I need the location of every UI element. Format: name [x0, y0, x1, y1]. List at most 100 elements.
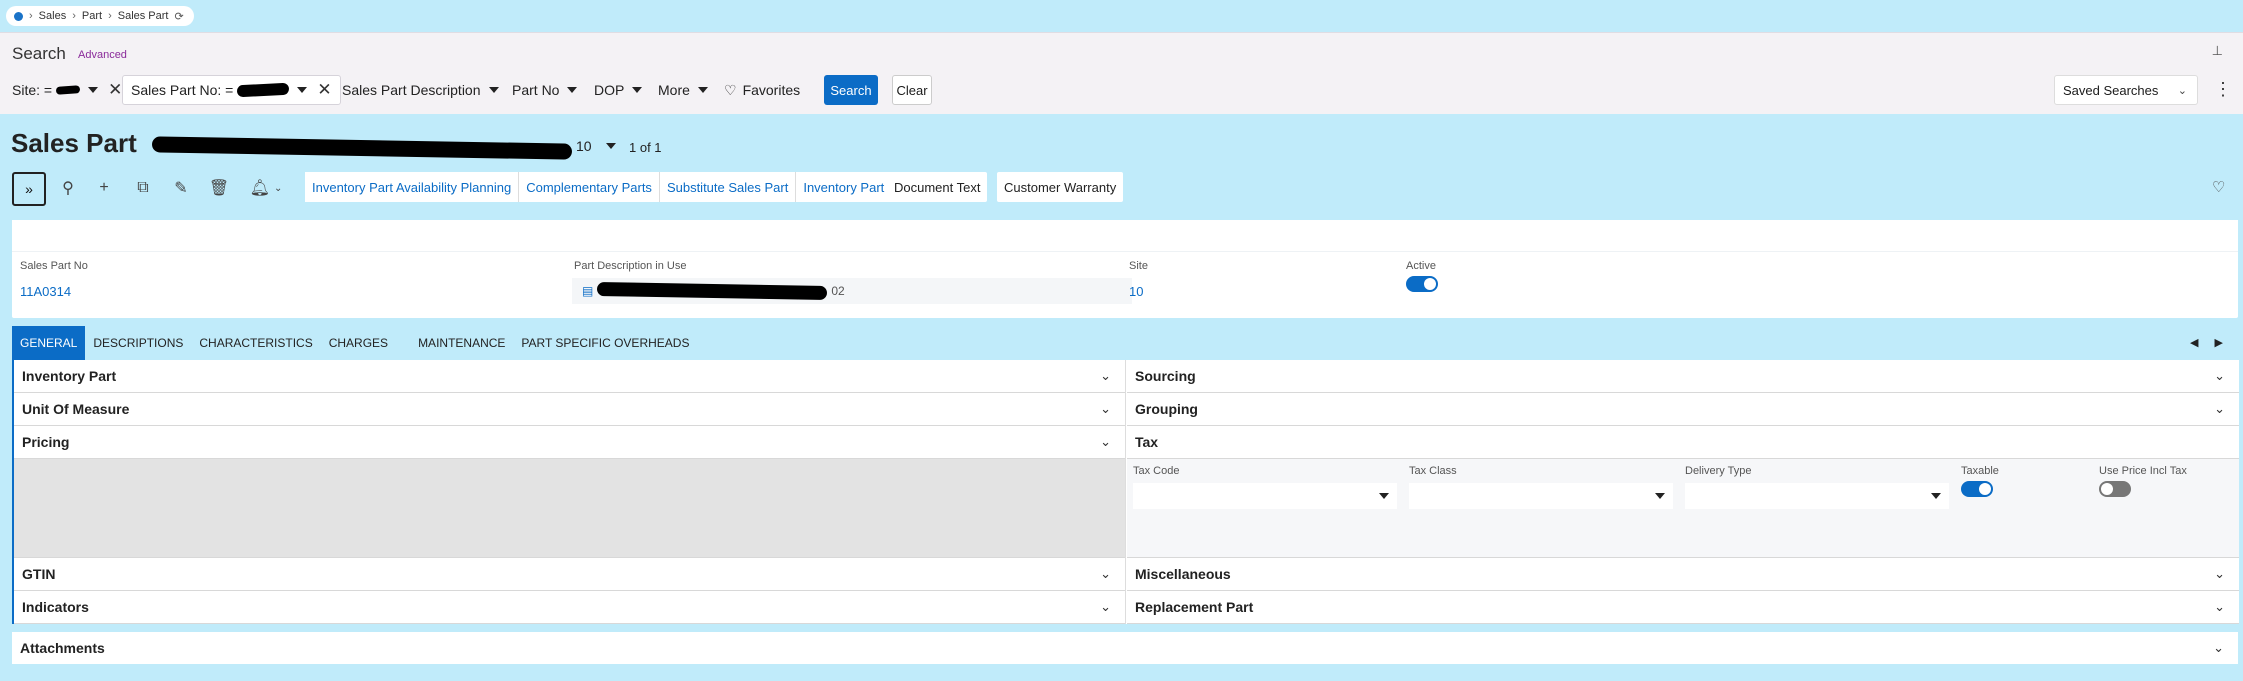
toggle-knob: [2101, 483, 2113, 495]
duplicate-icon[interactable]: ⧉: [127, 172, 159, 204]
document-text-button[interactable]: Document Text: [887, 172, 988, 202]
customer-warranty-button[interactable]: Customer Warranty: [997, 172, 1124, 202]
section-tax[interactable]: Tax: [1127, 426, 2239, 459]
section-grouping[interactable]: Grouping ⌄: [1127, 393, 2239, 426]
use-price-incl-tax-toggle[interactable]: [2099, 481, 2131, 497]
delivery-type-label: Delivery Type: [1685, 465, 1752, 477]
section-inventory-part[interactable]: Inventory Part ⌄: [14, 360, 1125, 393]
tab-maintenance[interactable]: MAINTENANCE: [410, 326, 514, 360]
attachments-section[interactable]: Attachments ⌄: [12, 632, 2238, 664]
section-title: Pricing: [22, 434, 70, 450]
site-filter[interactable]: Site: = ✕: [12, 75, 122, 105]
chevron-down-icon: ⌄: [2214, 368, 2225, 383]
chevron-down-icon: ⌄: [1100, 401, 1111, 416]
sales-part-no-filter[interactable]: Sales Part No: = ✕: [122, 75, 341, 105]
substitute-sales-part-button[interactable]: Substitute Sales Part: [659, 172, 797, 202]
bell-icon[interactable]: 🔔︎ ⌄: [244, 172, 288, 204]
tab-scroll-arrows: ◀▶: [2190, 336, 2239, 349]
tax-class-select[interactable]: [1409, 483, 1673, 509]
delivery-type-select[interactable]: [1685, 483, 1949, 509]
record-count: 1 of 1: [629, 140, 662, 155]
chevron-down-icon: ⌄: [1100, 566, 1111, 581]
redaction: [151, 136, 573, 160]
tab-descriptions[interactable]: DESCRIPTIONS: [85, 326, 192, 360]
part-no-filter[interactable]: Part No: [512, 75, 578, 105]
sales-part-no-field: Sales Part No 11A0314: [20, 260, 88, 299]
breadcrumb-bar: › Sales › Part › Sales Part ⟳: [0, 0, 2243, 32]
tab-part-specific-overheads[interactable]: PART SPECIFIC OVERHEADS: [513, 326, 698, 360]
header-band: [12, 220, 2238, 252]
tax-content: Tax Code Tax Class Delivery Type Taxable…: [1127, 459, 2239, 558]
search-button[interactable]: Search: [824, 75, 878, 105]
favorites-button[interactable]: ♡ Favorites: [724, 75, 800, 105]
close-icon[interactable]: ✕: [317, 80, 331, 100]
sales-part-description-label: Sales Part Description: [342, 82, 481, 98]
section-indicators[interactable]: Indicators ⌄: [14, 591, 1125, 624]
tab-characteristics[interactable]: CHARACTERISTICS: [191, 326, 321, 360]
tax-code-select[interactable]: [1133, 483, 1397, 509]
tab-general[interactable]: GENERAL: [12, 326, 86, 360]
section-miscellaneous[interactable]: Miscellaneous ⌄: [1127, 558, 2239, 591]
complementary-parts-button[interactable]: Complementary Parts: [519, 172, 660, 202]
sales-part-description-filter[interactable]: Sales Part Description: [342, 75, 499, 105]
caret-down-icon: [1379, 493, 1389, 499]
clear-button[interactable]: Clear: [892, 75, 932, 105]
section-unit-of-measure[interactable]: Unit Of Measure ⌄: [14, 393, 1125, 426]
search-panel: Search Advanced ⊥ Site: = ✕ Sales Part N…: [0, 32, 2243, 114]
breadcrumb-item-part[interactable]: Part: [82, 10, 102, 22]
filter-row: Site: = ✕ Sales Part No: = ✕ Sales Part …: [0, 73, 2243, 107]
sales-part-no-value[interactable]: 11A0314: [20, 284, 88, 299]
section-title: Grouping: [1135, 401, 1198, 417]
delivery-type-field: Delivery Type: [1685, 465, 1949, 509]
taxable-field: Taxable: [1961, 465, 1999, 500]
part-description-value: ▤ 02: [572, 278, 1132, 304]
site-value[interactable]: 10: [1129, 284, 1148, 299]
redaction: [597, 281, 828, 301]
toggle-knob: [1979, 483, 1991, 495]
caret-down-icon: [697, 87, 708, 93]
caret-down-icon: [632, 87, 643, 93]
delete-icon[interactable]: 🗑: [203, 172, 235, 204]
tab-charges[interactable]: CHARGES: [320, 326, 411, 360]
dop-filter[interactable]: DOP: [594, 75, 643, 105]
saved-searches-select[interactable]: Saved Searches ⌄: [2054, 75, 2198, 105]
caret-down-icon: [567, 87, 578, 93]
breadcrumb-item-sales[interactable]: Sales: [39, 10, 67, 22]
site-field: Site 10: [1129, 260, 1148, 299]
inventory-part-availability-planning-button[interactable]: Inventory Part Availability Planning: [305, 172, 520, 202]
home-icon[interactable]: [14, 11, 23, 21]
scroll-left-icon[interactable]: ◀: [2190, 337, 2214, 349]
tax-class-label: Tax Class: [1409, 465, 1457, 477]
section-sourcing[interactable]: Sourcing ⌄: [1127, 360, 2239, 393]
left-column: Inventory Part ⌄ Unit Of Measure ⌄ Pricing…: [14, 360, 1126, 624]
expand-icon[interactable]: »: [12, 172, 46, 206]
active-toggle[interactable]: [1406, 276, 1438, 292]
breadcrumb-item-sales-part[interactable]: Sales Part: [118, 10, 169, 22]
close-icon[interactable]: ✕: [108, 80, 122, 100]
section-pricing[interactable]: Pricing ⌄: [14, 426, 1125, 459]
breadcrumb: › Sales › Part › Sales Part ⟳: [6, 6, 194, 26]
edit-icon[interactable]: ✎: [165, 172, 197, 204]
more-filter[interactable]: More: [658, 75, 708, 105]
search-title: Search: [12, 44, 66, 63]
section-gtin[interactable]: GTIN ⌄: [14, 558, 1125, 591]
section-replacement-part[interactable]: Replacement Part ⌄: [1127, 591, 2239, 624]
part-description-tail: 02: [831, 284, 845, 298]
document-icon[interactable]: ▤: [582, 284, 593, 298]
refresh-icon[interactable]: ⟳: [174, 10, 183, 23]
heart-icon[interactable]: ♡: [2212, 178, 2225, 196]
caret-down-icon[interactable]: [606, 143, 616, 149]
scroll-right-icon[interactable]: ▶: [2214, 337, 2238, 349]
section-title: GTIN: [22, 566, 56, 582]
site-label: Site: [1129, 260, 1148, 272]
active-field: Active: [1406, 260, 1438, 295]
add-icon[interactable]: +: [88, 172, 120, 204]
more-options-icon[interactable]: ⋮: [2214, 79, 2232, 100]
use-price-incl-tax-label: Use Price Incl Tax: [2099, 465, 2187, 477]
taxable-toggle[interactable]: [1961, 481, 1993, 497]
pin-icon[interactable]: ⊥: [2212, 43, 2223, 59]
inventory-part-button[interactable]: Inventory Part: [796, 172, 892, 202]
caret-down-icon: [1655, 493, 1665, 499]
paperclip-icon[interactable]: ⚲: [52, 172, 84, 204]
advanced-link[interactable]: Advanced: [78, 49, 127, 61]
